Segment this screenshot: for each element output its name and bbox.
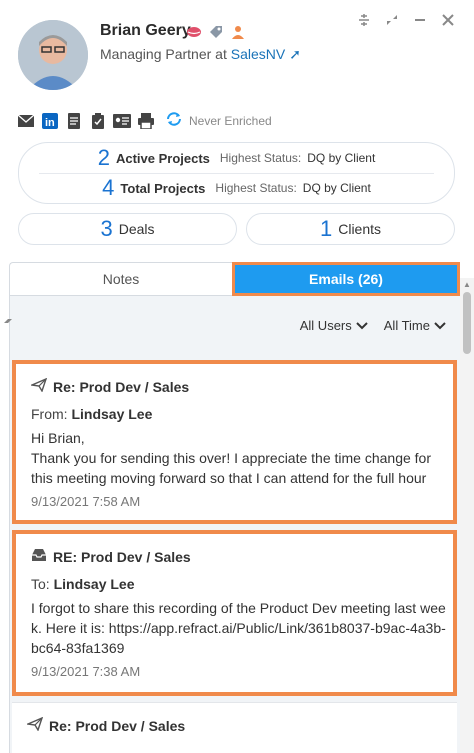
deals-label: Deals [118, 221, 155, 237]
projects-summary: 2 Active Projects Highest Status: DQ by … [18, 142, 455, 204]
active-status-value: DQ by Client [307, 151, 376, 165]
print-icon[interactable] [137, 112, 155, 130]
total-projects-label: Total Projects [120, 180, 206, 196]
time-filter-dropdown[interactable]: All Time [384, 318, 446, 333]
time-filter-label: All Time [383, 318, 430, 333]
email-contact-name: Lindsay Lee [53, 576, 135, 592]
contact-title: Managing Partner at SalesNV ➚ [100, 46, 301, 63]
email-icon[interactable] [17, 112, 35, 130]
avatar [18, 20, 88, 90]
enrich-status[interactable]: Never Enriched [165, 111, 272, 132]
scroll-up-icon[interactable]: ▲ [463, 280, 471, 289]
sent-icon [29, 377, 48, 395]
chevron-down-icon [356, 321, 368, 329]
scroll-thumb[interactable] [463, 292, 471, 354]
minimize-icon[interactable] [412, 12, 428, 28]
email-recipient: To: Lindsay Lee [31, 576, 135, 592]
document-icon[interactable] [65, 112, 83, 130]
active-projects-count: 2 [97, 145, 110, 170]
email-meta-label: To: [31, 576, 50, 592]
clients-label: Clients [338, 221, 382, 237]
email-item[interactable]: Re: Prod Dev / Sales [12, 702, 457, 753]
email-subject: Re: Prod Dev / Sales [53, 378, 190, 395]
total-status-value: DQ by Client [302, 181, 371, 195]
email-filters: All Users All Time [300, 318, 446, 333]
email-sender: From: Lindsay Lee [31, 406, 152, 422]
tab-emails[interactable]: Emails (26) [232, 262, 460, 296]
compress-icon[interactable] [356, 12, 372, 28]
email-timestamp: 9/13/2021 7:38 AM [31, 664, 141, 679]
svg-text:in: in [45, 117, 55, 129]
email-item[interactable]: RE: Prod Dev / Sales To: Lindsay Lee I f… [12, 530, 457, 696]
scrollbar[interactable]: ▲ [460, 278, 474, 753]
expand-handle-icon[interactable] [2, 314, 16, 330]
company-link[interactable]: SalesNV [231, 46, 285, 62]
person-badge-icon[interactable] [230, 24, 246, 40]
emails-panel: All Users All Time Re: Prod Dev / Sales … [9, 296, 460, 753]
sync-icon[interactable] [165, 111, 183, 132]
active-projects-row[interactable]: 2 Active Projects Highest Status: DQ by … [19, 143, 454, 173]
total-projects-count: 4 [102, 175, 115, 200]
collapse-icon[interactable] [384, 12, 400, 28]
inbox-icon [31, 548, 47, 565]
external-link-icon[interactable]: ➚ [289, 46, 301, 62]
lips-badge-icon[interactable] [186, 24, 202, 40]
users-filter-dropdown[interactable]: All Users [300, 318, 368, 333]
users-filter-label: All Users [299, 318, 352, 333]
highest-status-label: Highest Status: [219, 151, 302, 165]
sent-icon [25, 716, 44, 734]
contact-card-icon[interactable] [113, 112, 131, 130]
tab-notes[interactable]: Notes [9, 262, 232, 296]
email-subject: Re: Prod Dev / Sales [49, 717, 186, 734]
enrich-status-label: Never Enriched [189, 114, 272, 128]
highest-status-label: Highest Status: [215, 181, 297, 195]
email-timestamp: 9/13/2021 7:58 AM [31, 494, 141, 509]
activity-tabs: Notes Emails (26) [9, 262, 460, 296]
deals-count: 3 [100, 216, 113, 241]
active-projects-label: Active Projects [115, 150, 210, 166]
chevron-down-icon [434, 321, 446, 329]
deals-button[interactable]: 3 Deals [18, 213, 237, 245]
contact-header: Brian Geery Managing Partner at SalesNV ➚ [0, 0, 474, 110]
email-contact-name: Lindsay Lee [71, 406, 153, 422]
contact-actions-bar: in Never Enriched [17, 111, 272, 132]
linkedin-icon[interactable]: in [41, 112, 59, 130]
email-preview: Hi Brian, Thank you for sending this ove… [31, 430, 432, 486]
email-item[interactable]: Re: Prod Dev / Sales From: Lindsay Lee H… [12, 360, 457, 524]
clients-count: 1 [319, 216, 333, 241]
job-title: Managing Partner at [100, 46, 231, 62]
email-meta-label: From: [31, 406, 68, 422]
close-icon[interactable] [440, 12, 456, 28]
clipboard-check-icon[interactable] [89, 112, 107, 130]
clients-button[interactable]: 1 Clients [246, 213, 455, 245]
email-preview: I forgot to share this recording of the … [31, 600, 446, 656]
tag-badge-icon[interactable] [208, 24, 224, 40]
contact-name: Brian Geery [100, 22, 191, 39]
total-projects-row[interactable]: 4 Total Projects Highest Status: DQ by C… [19, 173, 454, 203]
email-subject: RE: Prod Dev / Sales [53, 548, 191, 565]
